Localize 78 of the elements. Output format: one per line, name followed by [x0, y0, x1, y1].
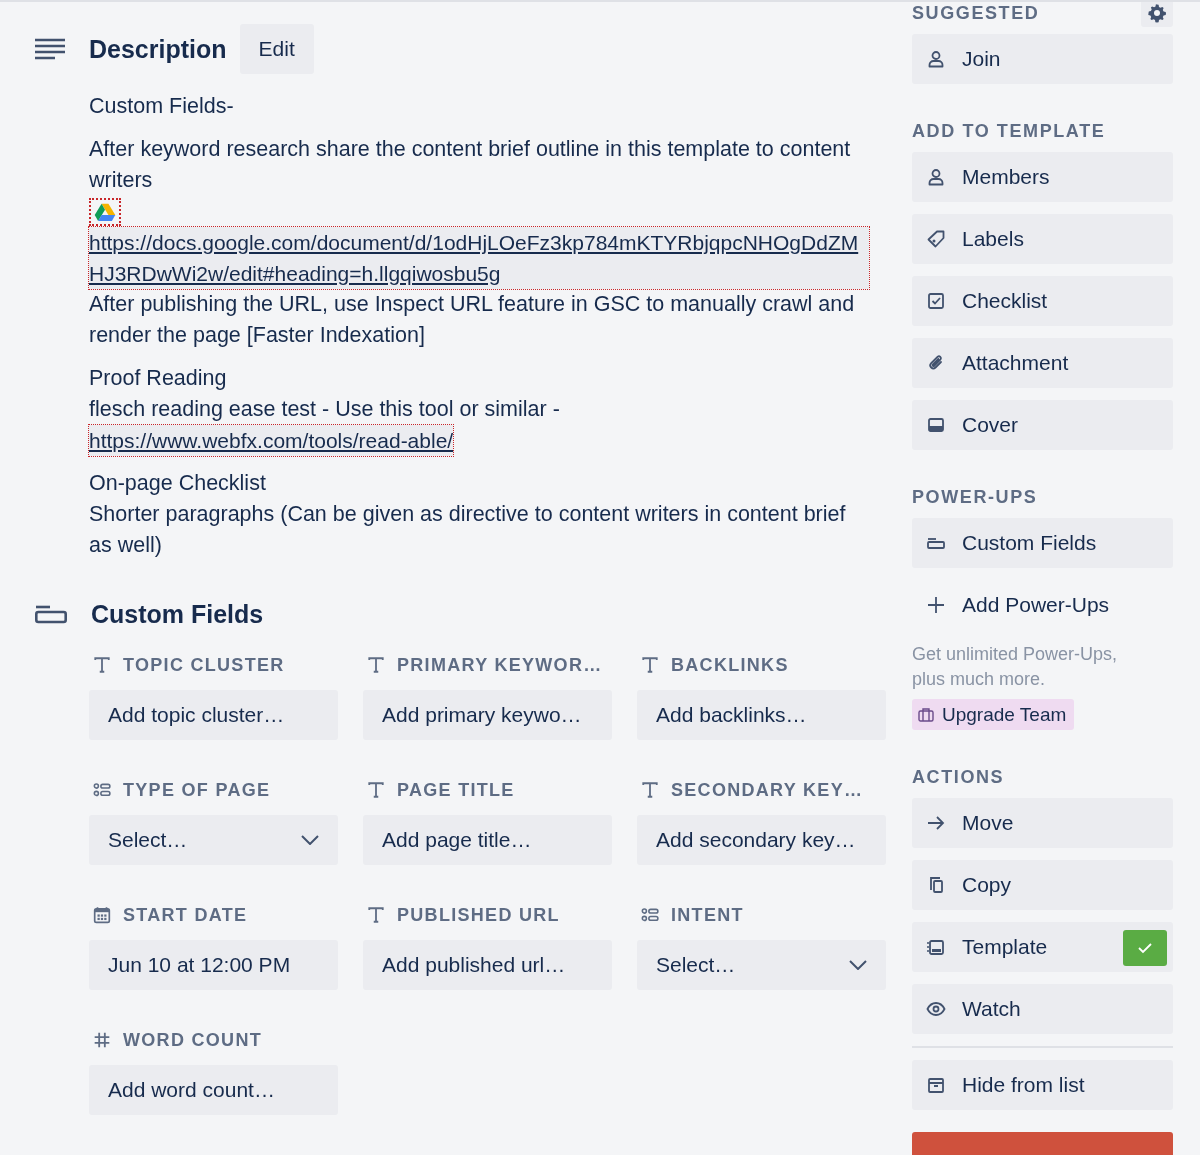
section-heading: POWER-UPS [912, 486, 1038, 508]
tag-icon [926, 229, 946, 249]
description-text: flesch reading ease test - Use this tool or similar - [89, 396, 561, 423]
field-label: PRIMARY KEYWOR… [397, 654, 603, 676]
field-label: PUBLISHED URL [397, 904, 560, 926]
text-icon [367, 781, 385, 799]
plus-icon [926, 595, 946, 615]
sidebar-button[interactable]: Cover [912, 400, 1173, 450]
text-icon [367, 906, 385, 924]
settings-icon [1147, 3, 1167, 23]
field-label: TYPE OF PAGE [123, 779, 271, 801]
cover-icon [926, 415, 946, 435]
field-label: INTENT [671, 904, 744, 926]
field-label: PAGE TITLE [397, 779, 515, 801]
sidebar-button[interactable]: Add Power-Ups [912, 580, 1173, 630]
options-icon [93, 781, 111, 799]
date-field[interactable]: Jun 10 at 12:00 PM [89, 940, 338, 990]
input-field[interactable]: Add secondary key… [637, 815, 886, 865]
archive-icon [926, 1075, 946, 1095]
url-link[interactable]: https://docs.google.com/document/d/1odHjLOeFz3kp784mKTYRbjqpcNHOgDdZMHJ3RDwWi2w/edit#heading=h.llgqiwosbu5g [89, 227, 869, 289]
input-field[interactable]: Add topic cluster… [89, 690, 338, 740]
description-icon [35, 38, 65, 60]
edit-button[interactable]: Edit [239, 24, 314, 74]
sidebar-button[interactable]: Move [912, 798, 1173, 848]
text-icon [367, 656, 385, 674]
url-link[interactable]: https://www.webfx.com/tools/read-able/ [89, 425, 454, 456]
field-label: BACKLINKS [671, 654, 789, 676]
calendar-icon [93, 906, 111, 924]
select-field[interactable]: Select… [89, 815, 338, 865]
description-text: After keyword research share the content brief outline in this template to content writers [89, 136, 852, 194]
person-icon [926, 49, 946, 69]
text-icon [641, 781, 659, 799]
hash-icon [93, 1031, 111, 1049]
field-label: TOPIC CLUSTER [123, 654, 285, 676]
sidebar-button[interactable]: Watch [912, 984, 1173, 1034]
input-field[interactable]: Add published url… [363, 940, 612, 990]
field-label: START DATE [123, 904, 248, 926]
input-field[interactable]: Add primary keywo… [363, 690, 612, 740]
select-field[interactable]: Select… [637, 940, 886, 990]
sidebar-button[interactable]: Join [912, 34, 1173, 84]
sidebar-button[interactable]: Labels [912, 214, 1173, 264]
input-field[interactable]: Add page title… [363, 815, 612, 865]
sidebar-button[interactable]: Copy [912, 860, 1173, 910]
input-field[interactable]: Add word count… [89, 1065, 338, 1115]
section-heading: ACTIONS [912, 766, 1005, 788]
sidebar-button[interactable]: Hide from list [912, 1060, 1173, 1110]
person-icon [926, 167, 946, 187]
sidebar-button[interactable]: Checklist [912, 276, 1173, 326]
section-heading: ADD TO TEMPLATE [912, 120, 1106, 142]
field-label: WORD COUNT [123, 1029, 262, 1051]
section-heading: SUGGESTED [912, 2, 1040, 24]
description-title: Description [89, 34, 227, 64]
sidebar-button[interactable]: Attachment [912, 338, 1173, 388]
text-icon [93, 656, 111, 674]
chevron-down-icon [301, 835, 319, 845]
briefcase-icon [918, 707, 934, 722]
template-icon [926, 937, 946, 957]
description-text: Proof Reading [89, 365, 228, 392]
description-text: After publishing the URL, use Inspect URL feature in GSC to manually crawl and render the page [Faster Indexation] [89, 291, 856, 349]
options-icon [641, 906, 659, 924]
text-icon [641, 656, 659, 674]
promo-text: Get unlimited Power-Ups, plus much more. [912, 643, 1119, 691]
eye-icon [926, 999, 946, 1019]
settings-button[interactable] [1141, 2, 1173, 27]
description-text: On-page Checklist [89, 470, 267, 497]
chevron-down-icon [849, 960, 867, 970]
upgrade-button[interactable]: Upgrade Team [912, 699, 1075, 730]
description-text: Custom Fields- [89, 93, 235, 120]
checklist-icon [926, 291, 946, 311]
input-field[interactable]: Add backlinks… [637, 690, 886, 740]
sidebar-button[interactable]: Template [912, 922, 1173, 972]
triangle-logo-icon [89, 197, 121, 226]
sidebar-button[interactable]: Custom Fields [912, 518, 1173, 568]
custom-fields-title: Custom Fields [91, 599, 264, 629]
custom-fields-icon [35, 604, 67, 624]
description-text: Shorter paragraphs (Can be given as directive to content writers in content brief as well) [89, 501, 847, 559]
field-label: SECONDARY KEY… [671, 779, 864, 801]
sidebar-button[interactable]: Members [912, 152, 1173, 202]
